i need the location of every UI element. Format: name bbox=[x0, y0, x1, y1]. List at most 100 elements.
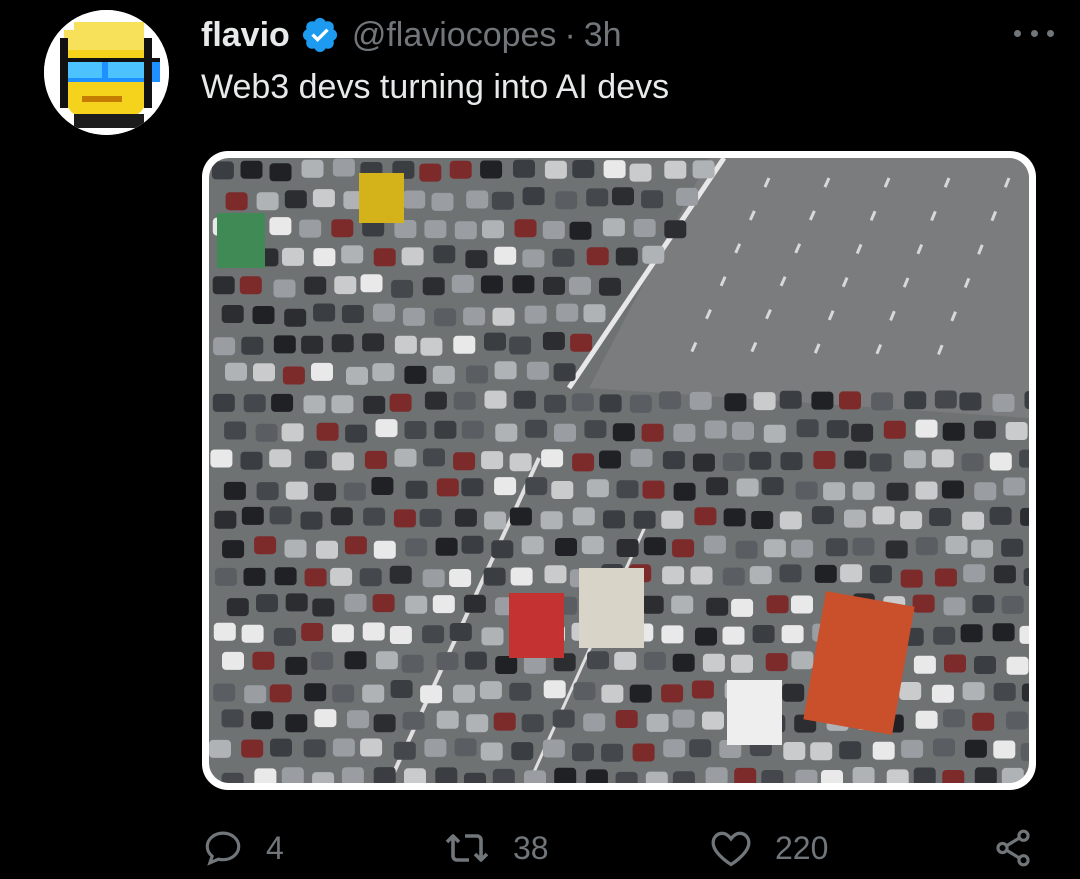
car-shape bbox=[973, 420, 996, 439]
car-shape bbox=[492, 768, 515, 783]
car-shape bbox=[571, 393, 594, 412]
car-shape bbox=[211, 161, 234, 180]
car-shape bbox=[521, 714, 544, 733]
tweet-header: flavio @flaviocopes · 3h bbox=[201, 12, 622, 58]
car-shape bbox=[375, 651, 398, 670]
car-shape bbox=[274, 567, 297, 586]
car-shape bbox=[254, 768, 277, 783]
car-shape bbox=[840, 564, 863, 583]
car-shape bbox=[972, 712, 995, 731]
car-shape bbox=[641, 190, 664, 209]
car-shape bbox=[453, 391, 476, 410]
car-shape bbox=[553, 363, 576, 382]
car-shape bbox=[312, 189, 335, 208]
car-shape bbox=[311, 362, 333, 381]
car-shape bbox=[899, 682, 922, 700]
car-shape bbox=[542, 332, 565, 350]
car-shape bbox=[253, 363, 275, 382]
car-shape bbox=[763, 539, 786, 558]
car-shape bbox=[301, 335, 324, 354]
car-shape bbox=[285, 656, 308, 675]
repost-count: 38 bbox=[513, 829, 549, 866]
car-shape bbox=[390, 680, 413, 698]
car-shape bbox=[271, 393, 294, 412]
car-shape bbox=[240, 160, 263, 179]
car-shape bbox=[223, 481, 246, 500]
car-shape bbox=[393, 509, 416, 528]
car-shape bbox=[331, 219, 354, 238]
like-button[interactable]: 220 bbox=[709, 822, 828, 874]
repost-button[interactable]: 38 bbox=[443, 822, 549, 874]
car-shape bbox=[852, 767, 875, 783]
car-shape bbox=[960, 624, 983, 643]
car-shape bbox=[672, 709, 695, 728]
car-shape bbox=[780, 452, 803, 471]
car-shape bbox=[214, 510, 237, 529]
car-shape bbox=[269, 449, 292, 468]
car-shape bbox=[632, 743, 655, 762]
car-shape bbox=[419, 508, 442, 527]
share-icon bbox=[992, 827, 1034, 869]
car-shape bbox=[706, 477, 729, 496]
reply-button[interactable]: 4 bbox=[202, 822, 284, 874]
car-shape bbox=[363, 507, 386, 526]
car-shape bbox=[402, 711, 425, 730]
car-shape bbox=[285, 593, 308, 612]
car-shape bbox=[241, 506, 264, 525]
car-shape bbox=[334, 276, 357, 295]
car-shape bbox=[1001, 538, 1024, 557]
car-shape bbox=[422, 625, 445, 644]
car-shape bbox=[453, 684, 475, 703]
avatar[interactable] bbox=[44, 10, 169, 135]
car-shape bbox=[509, 336, 532, 355]
car-shape bbox=[431, 192, 454, 211]
car-shape bbox=[432, 365, 455, 384]
car-shape bbox=[256, 594, 278, 613]
car-shape bbox=[663, 739, 686, 758]
car-shape bbox=[811, 391, 834, 410]
car-shape bbox=[212, 276, 235, 295]
car-shape bbox=[373, 767, 396, 783]
car-shape bbox=[401, 247, 424, 266]
car-shape bbox=[689, 391, 712, 410]
timestamp[interactable]: 3h bbox=[584, 16, 622, 55]
car-shape bbox=[883, 420, 906, 439]
tweet-media-image[interactable] bbox=[202, 151, 1036, 790]
car-shape bbox=[749, 566, 772, 585]
car-shape bbox=[389, 393, 412, 412]
car-shape bbox=[362, 684, 385, 703]
car-shape bbox=[1019, 449, 1029, 468]
car-shape bbox=[974, 656, 996, 674]
car-shape bbox=[495, 656, 518, 674]
car-shape bbox=[435, 767, 458, 783]
car-shape bbox=[304, 568, 327, 587]
car-shape bbox=[281, 767, 304, 783]
car-shape bbox=[974, 482, 997, 501]
car-shape bbox=[222, 540, 245, 559]
car-shape bbox=[871, 392, 894, 411]
car-shape bbox=[282, 366, 305, 385]
author-handle[interactable]: @flaviocopes bbox=[352, 16, 557, 55]
car-shape bbox=[424, 220, 447, 239]
car-shape bbox=[522, 187, 545, 206]
car-shape bbox=[586, 188, 609, 207]
car-shape bbox=[821, 770, 843, 783]
car-shape bbox=[362, 333, 385, 352]
car-shape bbox=[972, 595, 995, 613]
car-shape bbox=[614, 651, 637, 670]
share-button[interactable] bbox=[992, 822, 1034, 874]
author-name[interactable]: flavio bbox=[201, 16, 290, 55]
car-shape bbox=[779, 390, 802, 409]
car-shape bbox=[373, 303, 395, 322]
car-shape bbox=[722, 567, 745, 586]
car-shape bbox=[221, 709, 244, 728]
car-shape bbox=[244, 685, 267, 704]
more-icon[interactable] bbox=[1014, 18, 1054, 48]
car-shape bbox=[484, 390, 507, 409]
car-shape bbox=[993, 740, 1016, 759]
car-shape bbox=[436, 652, 459, 671]
car-shape bbox=[761, 770, 784, 783]
car-shape bbox=[664, 220, 687, 239]
car-shape bbox=[602, 218, 625, 237]
car-shape bbox=[689, 739, 712, 758]
